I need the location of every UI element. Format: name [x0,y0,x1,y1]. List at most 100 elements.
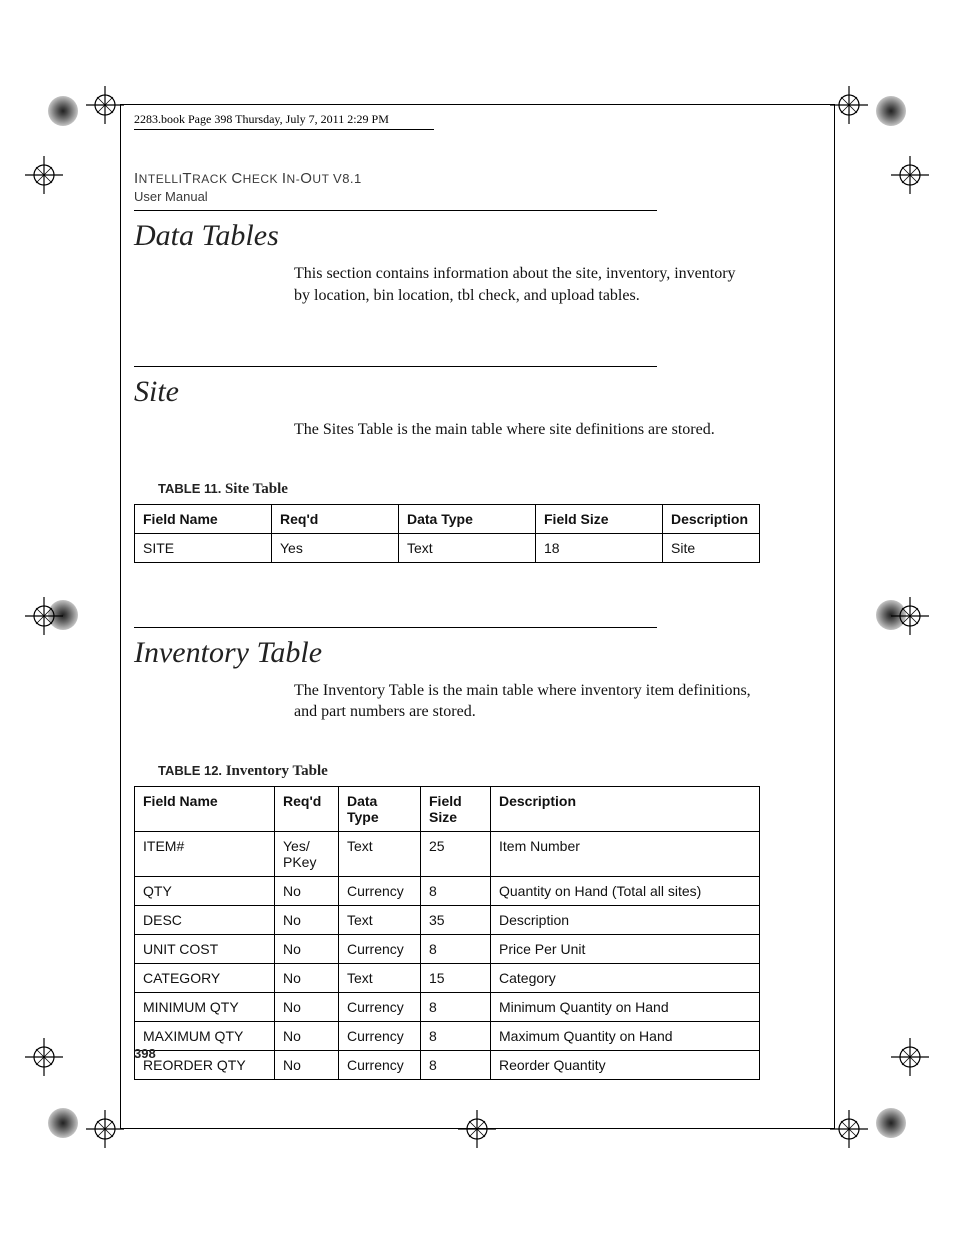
table-cell: Currency [339,877,421,906]
running-title-main: IntelliTrack Check In-Out [134,170,333,187]
col-data-type: Data Type [399,504,536,533]
table-cell: Maximum Quantity on Hand [491,1022,760,1051]
table-cell: No [275,906,339,935]
printer-dot-icon [48,96,78,126]
heading-inventory: Inventory Table [134,636,760,670]
col-description: Description [491,786,760,831]
registration-mark-icon [458,1110,496,1148]
table-cell: Description [491,906,760,935]
table-row: MAXIMUM QTYNoCurrency8Maximum Quantity o… [135,1022,760,1051]
table-cell: No [275,1022,339,1051]
col-field-size: FieldSize [421,786,491,831]
registration-mark-icon [891,156,929,194]
printer-dot-icon [48,1108,78,1138]
table-cell: Item Number [491,832,760,877]
col-data-type: DataType [339,786,421,831]
table-cell: 18 [536,533,663,562]
crop-header-label: 2283.book Page 398 Thursday, July 7, 201… [134,112,389,126]
table-cell: MINIMUM QTY [135,993,275,1022]
running-title-version: V8.1 [333,171,362,186]
section-rule [134,366,657,367]
table-row: QTYNoCurrency8Quantity on Hand (Total al… [135,877,760,906]
table-cell: No [275,935,339,964]
table-cell: Site [663,533,760,562]
table-row: ITEM#Yes/PKeyText25Item Number [135,832,760,877]
col-reqd: Req'd [272,504,399,533]
table-cell: DESC [135,906,275,935]
table-cell: No [275,877,339,906]
col-reqd: Req'd [275,786,339,831]
table-inventory: Field Name Req'd DataType FieldSize Desc… [134,786,760,1080]
table-cell: No [275,993,339,1022]
table-cell: Category [491,964,760,993]
section-rule [134,210,657,211]
registration-mark-icon [891,1038,929,1076]
table-cell: Currency [339,993,421,1022]
table11-caption-num: TABLE 11. [158,481,221,496]
table-cell: CATEGORY [135,964,275,993]
registration-mark-icon [830,1110,868,1148]
body-site: The Sites Table is the main table where … [294,419,754,441]
table-row: MINIMUM QTYNoCurrency8Minimum Quantity o… [135,993,760,1022]
table-site: Field Name Req'd Data Type Field Size De… [134,504,760,563]
running-subtitle: User Manual [134,189,760,204]
table-cell: Reorder Quantity [491,1051,760,1080]
table-row: DESCNoText35Description [135,906,760,935]
section-rule [134,627,657,628]
registration-mark-icon [891,597,929,635]
table-cell: No [275,964,339,993]
table-cell: 8 [421,1022,491,1051]
table-cell: Currency [339,1022,421,1051]
registration-mark-icon [25,156,63,194]
table-cell: Yes/PKey [275,832,339,877]
table-cell: QTY [135,877,275,906]
running-title: IntelliTrack Check In-Out V8.1 [134,170,760,187]
col-field-name: Field Name [135,786,275,831]
table-cell: No [275,1051,339,1080]
table-cell: Price Per Unit [491,935,760,964]
table-cell: Text [339,906,421,935]
col-field-size: Field Size [536,504,663,533]
table-cell: Text [339,964,421,993]
table-header-row: Field Name Req'd Data Type Field Size De… [135,504,760,533]
registration-mark-icon [25,1038,63,1076]
table12-caption-title: Inventory Table [226,763,328,779]
table-cell: Text [399,533,536,562]
table-cell: 8 [421,877,491,906]
registration-mark-icon [86,1110,124,1148]
table-cell: Quantity on Hand (Total all sites) [491,877,760,906]
body-inventory: The Inventory Table is the main table wh… [294,680,754,723]
table-cell: Text [339,832,421,877]
registration-mark-icon [86,86,124,124]
table11-caption: TABLE 11. Site Table [158,481,760,498]
table-cell: Currency [339,935,421,964]
table-cell: Yes [272,533,399,562]
col-description: Description [663,504,760,533]
table12-caption: TABLE 12. Inventory Table [158,763,760,780]
table-header-row: Field Name Req'd DataType FieldSize Desc… [135,786,760,831]
table-row: CATEGORYNoText15Category [135,964,760,993]
table-cell: Minimum Quantity on Hand [491,993,760,1022]
page-number: 398 [134,1046,156,1061]
table-cell: 25 [421,832,491,877]
registration-mark-icon [830,86,868,124]
table-cell: UNIT COST [135,935,275,964]
table-cell: 15 [421,964,491,993]
table-cell: 8 [421,993,491,1022]
registration-mark-icon [25,597,63,635]
table11-caption-title: Site Table [225,481,288,497]
table-cell: SITE [135,533,272,562]
table-cell: ITEM# [135,832,275,877]
printer-dot-icon [876,1108,906,1138]
table12-caption-num: TABLE 12. [158,763,222,778]
table-cell: 35 [421,906,491,935]
table-cell: Currency [339,1051,421,1080]
crop-header-text: 2283.book Page 398 Thursday, July 7, 201… [134,112,434,130]
table-row: SITEYesText18Site [135,533,760,562]
table-cell: 8 [421,1051,491,1080]
heading-data-tables: Data Tables [134,219,760,253]
printer-dot-icon [876,96,906,126]
heading-site: Site [134,375,760,409]
body-data-tables: This section contains information about … [294,263,754,306]
table-cell: 8 [421,935,491,964]
